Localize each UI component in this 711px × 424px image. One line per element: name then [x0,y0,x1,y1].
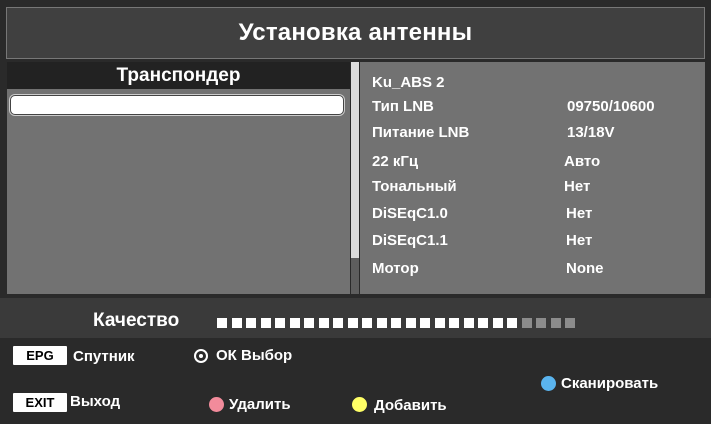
prop-label-lnb-type: Тип LNB [372,98,434,115]
quality-segment [405,318,416,328]
prop-value-diseqc10[interactable]: Нет [566,205,592,222]
transponder-select[interactable] [10,95,344,115]
quality-segment [463,318,474,328]
exit-key[interactable]: EXIT [13,393,67,412]
quality-segment [217,318,227,328]
quality-segment [521,318,532,328]
blue-button-icon[interactable] [541,376,556,391]
red-button-icon[interactable] [209,397,224,412]
quality-segment [304,318,314,328]
satellite-name: Ku_ABS 2 [372,74,445,91]
quality-segment [434,318,445,328]
prop-value-lnb-type[interactable]: 09750/10600 [567,98,655,115]
quality-segment [550,318,561,328]
quality-segment [231,318,242,328]
quality-segment [318,318,329,328]
quality-segment [376,318,387,328]
prop-value-diseqc11[interactable]: Нет [566,232,592,249]
quality-segment [347,318,358,328]
scrollbar-thumb[interactable] [351,258,359,294]
prop-value-22khz[interactable]: Авто [564,153,600,170]
add-hint-label: Добавить [374,397,447,414]
yellow-button-icon[interactable] [352,397,367,412]
quality-segment [289,318,300,328]
prop-value-motor[interactable]: None [566,260,604,277]
prop-value-tone[interactable]: Нет [564,178,590,195]
ok-icon [194,349,208,363]
quality-segment [449,318,459,328]
exit-hint-label: Выход [70,393,121,410]
scan-hint-label: Сканировать [561,375,659,392]
quality-segment [362,318,372,328]
epg-hint-label: Спутник [73,348,135,365]
prop-label-lnb-power: Питание LNB [372,124,470,141]
prop-label-tone: Тональный [372,178,457,195]
prop-label-diseqc11: DiSEqC1.1 [372,232,448,249]
satellite-settings-panel: Ku_ABS 2 Тип LNB 09750/10600 Питание LNB… [360,62,705,294]
quality-segment [260,318,271,328]
footer-hints: EPG Спутник ОК Выбор EXIT Выход Удалить … [0,340,711,424]
delete-hint-label: Удалить [229,396,291,413]
page-title: Установка антенны [6,7,705,59]
quality-segment [565,318,575,328]
quality-label: Качество [93,310,180,331]
quality-segment [536,318,546,328]
prop-label-diseqc10: DiSEqC1.0 [372,205,448,222]
quality-segment [507,318,517,328]
quality-segment [420,318,430,328]
transponder-header: Транспондер [7,62,350,89]
quality-segment [391,318,401,328]
antenna-setup-screen: Установка антенны Транспондер Ku_ABS 2 Т… [0,0,711,424]
prop-value-lnb-power[interactable]: 13/18V [567,124,615,141]
quality-segment [333,318,343,328]
quality-segment [478,318,488,328]
quality-segment [492,318,503,328]
transponder-panel: Транспондер [7,62,350,294]
prop-label-motor: Мотор [372,260,419,277]
prop-label-22khz: 22 кГц [372,153,419,170]
quality-segment [246,318,256,328]
quality-segment [275,318,285,328]
epg-key[interactable]: EPG [13,346,67,365]
ok-hint-label: ОК Выбор [216,347,293,364]
